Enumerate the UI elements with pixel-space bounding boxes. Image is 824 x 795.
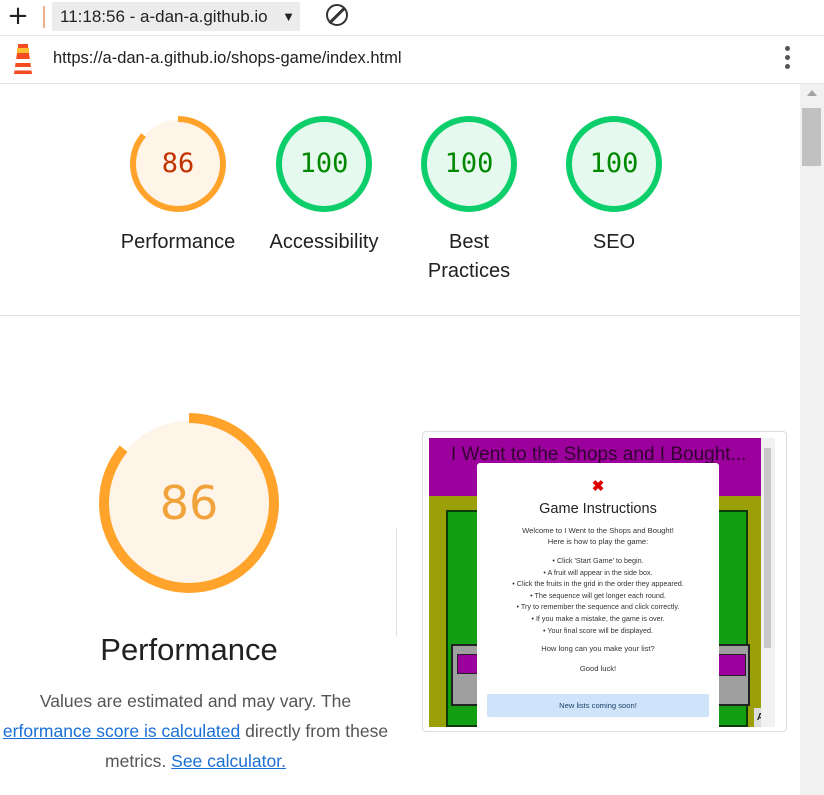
- kebab-menu-icon[interactable]: [782, 46, 792, 72]
- list-item: A fruit will appear in the side box.: [477, 567, 719, 579]
- description-text: metrics.: [105, 751, 172, 771]
- performance-score-large: 86: [159, 476, 219, 530]
- toolbar-separator: [43, 6, 45, 28]
- modal-question: How long can you make your list?: [541, 644, 655, 653]
- close-icon: ✖: [591, 478, 605, 495]
- gauge-label-line: Best: [448, 231, 490, 253]
- scroll-thumb[interactable]: [802, 108, 821, 166]
- intro-line: Welcome to I Went to the Shops and Bough…: [522, 526, 674, 535]
- tab-toolbar: + 11:18:56 - a-dan-a.github.io ▼: [0, 0, 824, 36]
- right-box: [714, 644, 750, 706]
- url-bar: https://a-dan-a.github.io/shops-game/ind…: [0, 36, 824, 84]
- final-screenshot[interactable]: I Went to the Shops and I Bought... ✖ Ga…: [422, 431, 787, 732]
- report-timestamp-label: 11:18:56 - a-dan-a.github.io: [60, 7, 268, 26]
- description-line: erformance score is calculated directly …: [0, 716, 403, 746]
- dropdown-caret-icon: ▼: [282, 9, 295, 24]
- intro-line: Here is how to play the game:: [547, 537, 649, 546]
- report-content: 86 Performance 100 Accessibility 100 Bes…: [0, 84, 800, 795]
- modal-notice: New lists coming soon!: [487, 694, 709, 717]
- gauge-label: Performance: [120, 231, 236, 253]
- modal-heading: Game Instructions: [539, 501, 657, 517]
- vertical-divider: [396, 528, 397, 636]
- modal-good-luck: Good luck!: [579, 664, 617, 673]
- gauge-seo[interactable]: 100 SEO: [554, 114, 674, 257]
- gauge-label-line: Practices: [427, 260, 511, 282]
- report-timestamp-select[interactable]: 11:18:56 - a-dan-a.github.io ▼: [52, 2, 300, 31]
- scroll-up-icon[interactable]: [807, 90, 817, 96]
- block-icon[interactable]: [326, 4, 348, 26]
- list-item: The sequence will get longer each round.: [477, 590, 719, 602]
- score-calculation-link[interactable]: erformance score is calculated: [3, 721, 240, 741]
- gauge-score: 100: [299, 148, 349, 179]
- list-item: If you make a mistake, the game is over.: [477, 613, 719, 625]
- instruction-list: Click 'Start Game' to begin. A fruit wil…: [477, 555, 719, 636]
- list-item: Your final score will be displayed.: [477, 625, 719, 637]
- screenshot-image: I Went to the Shops and I Bought... ✖ Ga…: [429, 438, 767, 727]
- lighthouse-icon: [14, 44, 32, 74]
- screenshot-scrollbar: [761, 438, 775, 727]
- list-item: Click the fruits in the grid in the orde…: [477, 578, 719, 590]
- modal-intro: Welcome to I Went to the Shops and Bough…: [477, 525, 719, 547]
- performance-gauge-large: 86: [97, 411, 281, 595]
- description-line: Values are estimated and may vary. The: [39, 691, 352, 711]
- list-item: Click 'Start Game' to begin.: [477, 555, 719, 567]
- page-scrollbar[interactable]: [800, 84, 824, 795]
- performance-title: Performance: [100, 632, 278, 667]
- description-line: metrics. See calculator.: [0, 746, 403, 776]
- gauge-score: 86: [161, 148, 195, 179]
- gauge-accessibility[interactable]: 100 Accessibility: [264, 114, 384, 257]
- gauge-performance[interactable]: 86 Performance: [118, 114, 238, 257]
- gauge-label: Best Practices: [409, 228, 529, 286]
- section-divider: [0, 315, 800, 316]
- plus-icon[interactable]: +: [6, 2, 30, 30]
- calculator-link[interactable]: See calculator.: [171, 751, 286, 771]
- instructions-modal: ✖ Game Instructions Welcome to I Went to…: [477, 463, 719, 727]
- gauge-best-practices[interactable]: 100 Best Practices: [409, 114, 529, 286]
- performance-description: Values are estimated and may vary. The e…: [0, 686, 403, 776]
- gauge-label: SEO: [592, 231, 636, 253]
- list-item: Try to remember the sequence and click c…: [477, 601, 719, 613]
- gauge-label: Accessibility: [269, 231, 379, 253]
- description-text: directly from these: [240, 721, 389, 741]
- gauge-score: 100: [589, 148, 639, 179]
- gauge-score: 100: [444, 148, 494, 179]
- page-url[interactable]: https://a-dan-a.github.io/shops-game/ind…: [53, 49, 402, 68]
